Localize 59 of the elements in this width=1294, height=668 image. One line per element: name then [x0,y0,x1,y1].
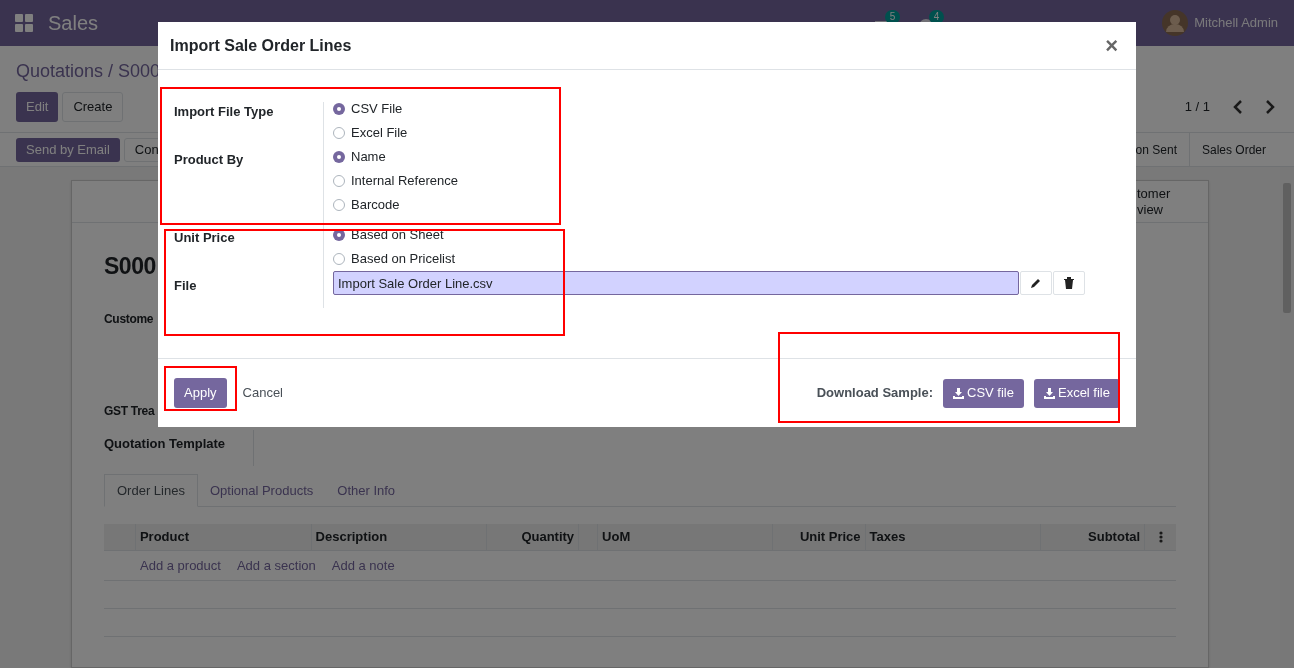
field-label: Unit Price [174,230,235,245]
file-field[interactable]: Import Sale Order Line.csv [333,271,1019,295]
column-header[interactable]: Taxes [869,527,906,547]
column-header[interactable]: Quantity [521,527,575,547]
column-header[interactable]: UoM [602,527,631,547]
radio-button[interactable] [333,103,345,115]
trash-icon [1064,277,1074,289]
send-email-button[interactable]: Send by Email [16,137,120,162]
download-sample-label: Download Sample: [816,384,933,403]
column-header[interactable]: Subtotal [1088,527,1141,547]
pager-value: 1 / 1 [1184,98,1210,117]
download-icon [953,387,964,399]
close-button[interactable]: × [1105,34,1118,57]
order-name: S000 [104,253,156,279]
radio-label[interactable]: Excel File [351,123,408,143]
add-line-link[interactable]: Add a note [331,555,395,576]
radio-label[interactable]: Internal Reference [351,171,458,191]
app-name[interactable]: Sales [48,8,99,38]
radio-button[interactable] [333,253,345,265]
next-icon[interactable] [1264,100,1276,114]
add-line-link[interactable]: Add a section [236,555,316,576]
radio-label[interactable]: Barcode [351,195,400,215]
tab[interactable]: Optional Products [197,474,326,507]
column-header[interactable]: Unit Price [799,527,861,547]
edit-file-button[interactable] [1020,271,1052,295]
field-label: Custome [104,312,154,326]
radio-label[interactable]: CSV File [351,99,403,119]
cancel-button[interactable]: Cancel [242,383,283,403]
download-button[interactable]: CSV file [943,378,1024,408]
add-line-link[interactable]: Add a product [140,555,221,576]
download-button[interactable]: Excel file [1033,378,1120,408]
radio-button[interactable] [333,199,345,211]
field-label: Quotation Template [104,436,226,451]
field-label: Import File Type [174,104,274,119]
previous-icon[interactable] [1232,100,1244,114]
radio-button[interactable] [333,127,345,139]
tab[interactable]: Order Lines [104,474,198,507]
create-button[interactable]: Create [62,92,124,122]
user-menu[interactable]: Mitchell Admin [1194,13,1278,33]
apply-button[interactable]: Apply [174,378,227,408]
radio-label[interactable]: Name [351,147,386,167]
field-label: File [174,278,197,293]
field-label: Product By [174,152,244,167]
pencil-icon [1030,277,1042,289]
radio-button[interactable] [333,175,345,187]
column-header[interactable]: Description [315,527,388,547]
scrollbar-thumb[interactable] [1283,183,1291,313]
kebab-menu-icon[interactable] [1158,531,1163,543]
tab[interactable]: Other Info [325,474,408,507]
apps-menu-icon[interactable] [15,14,33,32]
delete-file-button[interactable] [1053,271,1085,295]
radio-label[interactable]: Based on Pricelist [351,249,456,269]
edit-button[interactable]: Edit [16,92,59,122]
status-step[interactable]: Sales Order [1188,132,1278,167]
field-label: GST Trea [104,403,155,418]
download-icon [1043,387,1055,399]
dialog-title: Import Sale Order Lines [170,35,353,56]
radio-button[interactable] [333,151,345,163]
column-header[interactable]: Product [139,527,190,547]
